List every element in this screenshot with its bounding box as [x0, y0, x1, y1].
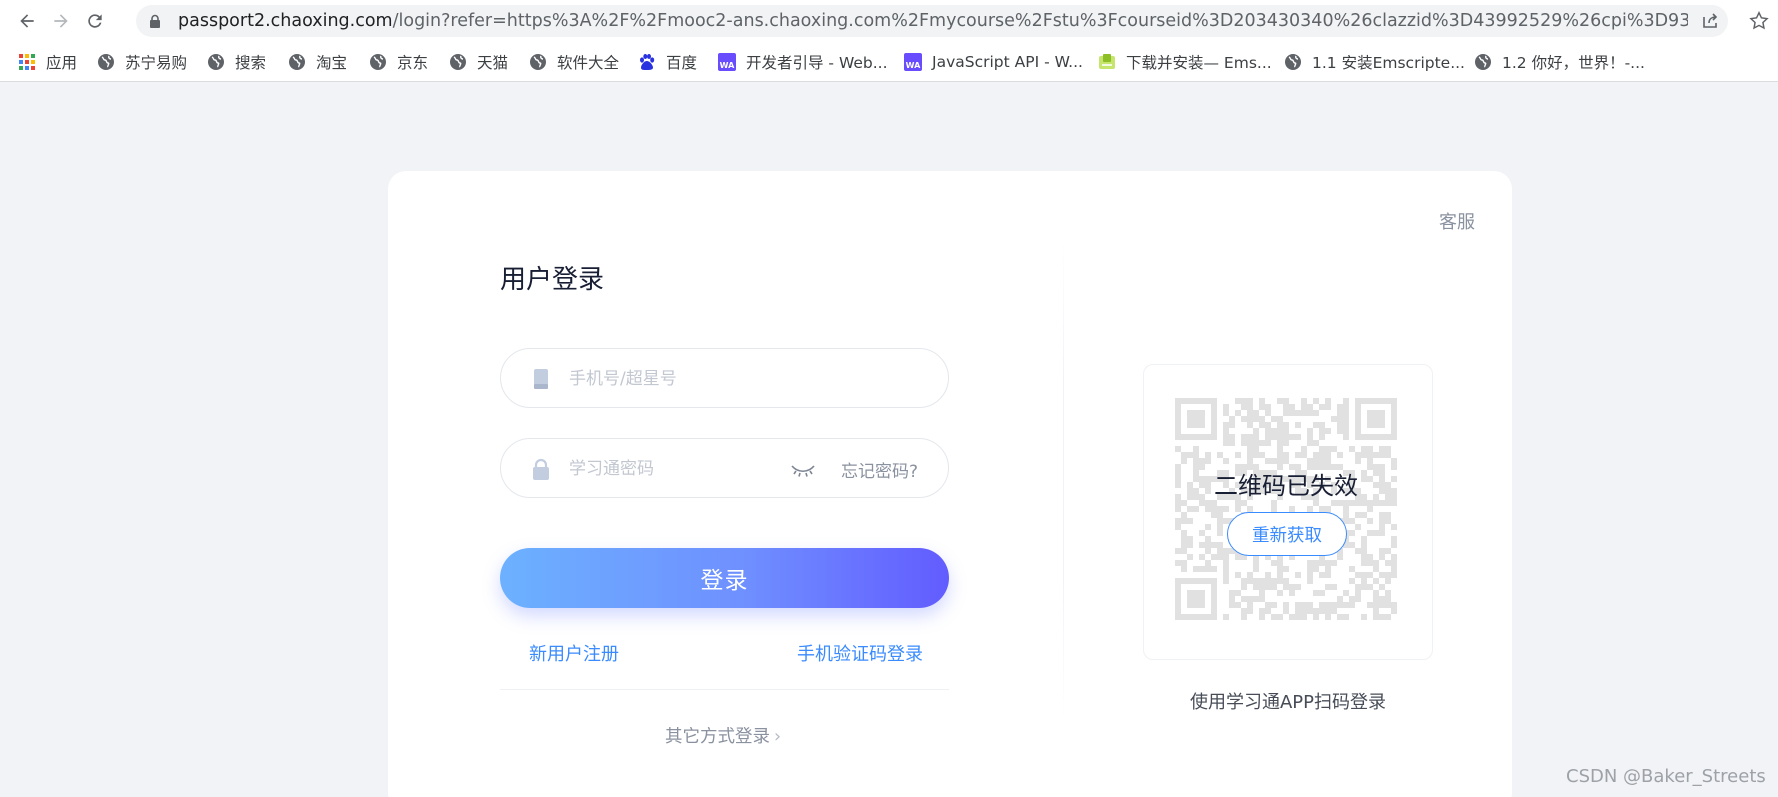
globe-icon — [97, 53, 115, 71]
page-title: 用户登录 — [500, 265, 605, 295]
password-input[interactable] — [569, 453, 769, 485]
chevron-right-icon: › — [774, 727, 781, 747]
customer-service-link[interactable]: 客服 — [1439, 208, 1475, 234]
bookmark-label: 天猫 — [477, 54, 509, 72]
qr-expired-overlay — [1175, 398, 1397, 620]
bookmark-jd[interactable]: 京东 — [369, 51, 428, 73]
login-button[interactable]: 登录 — [500, 548, 949, 608]
bookmarks-bar: 应用 苏宁易购 搜索 淘宝 京东 天猫 软件大全 百度 WA 开发者引导 - W… — [0, 42, 1778, 82]
bookmark-label: 京东 — [397, 54, 429, 72]
phone-field[interactable] — [500, 348, 949, 408]
refresh-qr-button[interactable]: 重新获取 — [1227, 512, 1347, 556]
lock-icon — [150, 14, 160, 28]
bookmark-install-emscripten[interactable]: 1.1 安装Emscripte... — [1284, 51, 1465, 73]
globe-icon — [288, 53, 306, 71]
bookmark-emscripten-download[interactable]: 下载并安装— Ems... — [1098, 51, 1272, 73]
url-path: /login?refer=https%3A%2F%2Fmooc2-ans.cha… — [392, 11, 1688, 31]
bookmark-wasm-js-api[interactable]: WA JavaScript API - W... — [904, 51, 1083, 73]
divider — [500, 689, 949, 690]
share-icon[interactable] — [1700, 11, 1720, 31]
back-arrow-icon[interactable] — [14, 8, 40, 34]
bookmark-wasm-guide[interactable]: WA 开发者引导 - Web... — [718, 51, 888, 73]
address-url[interactable]: passport2.chaoxing.com/login?refer=https… — [178, 11, 1688, 31]
globe-icon — [207, 53, 225, 71]
phone-input[interactable] — [569, 363, 909, 395]
phone-icon — [534, 369, 548, 389]
other-login-methods-link[interactable]: 其它方式登录 › — [665, 723, 781, 748]
bookmark-label: 苏宁易购 — [125, 54, 188, 72]
apps-grid-icon — [18, 53, 36, 71]
webassembly-icon: WA — [718, 53, 736, 71]
address-bar[interactable]: passport2.chaoxing.com/login?refer=https… — [136, 5, 1728, 37]
lock-icon — [533, 458, 549, 480]
emscripten-icon — [1098, 53, 1116, 71]
bookmark-label: 百度 — [666, 54, 698, 72]
bookmark-label: 搜索 — [235, 54, 267, 72]
bookmark-star-icon[interactable] — [1748, 10, 1770, 32]
globe-icon — [369, 53, 387, 71]
bookmark-label: 软件大全 — [557, 54, 620, 72]
bookmark-suning[interactable]: 苏宁易购 — [97, 51, 187, 73]
globe-icon — [529, 53, 547, 71]
forgot-password-link[interactable]: 忘记密码? — [841, 457, 918, 482]
bookmark-taobao[interactable]: 淘宝 — [288, 51, 347, 73]
bookmark-apps[interactable]: 应用 — [18, 51, 77, 73]
other-login-label: 其它方式登录 — [665, 727, 770, 747]
bookmark-label: 下载并安装— Ems... — [1126, 54, 1272, 72]
register-link[interactable]: 新用户注册 — [529, 640, 619, 666]
bookmark-tmall[interactable]: 天猫 — [449, 51, 508, 73]
forward-arrow-icon[interactable] — [48, 8, 74, 34]
bookmark-hello-world[interactable]: 1.2 你好，世界！-... — [1474, 51, 1645, 73]
sms-login-link[interactable]: 手机验证码登录 — [797, 640, 923, 666]
qr-caption: 使用学习通APP扫码登录 — [1189, 692, 1387, 713]
bookmark-label: 淘宝 — [316, 54, 348, 72]
bookmark-software[interactable]: 软件大全 — [529, 51, 619, 73]
vertical-separator — [1063, 240, 1064, 720]
globe-icon — [1284, 53, 1302, 71]
webassembly-icon: WA — [904, 53, 922, 71]
qr-expired-text: 二维码已失效 — [1214, 472, 1358, 500]
watermark: CSDN @Baker_Streets — [1566, 766, 1766, 787]
baidu-paw-icon — [638, 53, 656, 71]
eye-closed-icon[interactable] — [790, 461, 816, 479]
bookmark-label: 开发者引导 - Web... — [746, 54, 888, 72]
bookmark-label: 1.2 你好，世界！-... — [1502, 54, 1645, 72]
globe-icon — [449, 53, 467, 71]
bookmark-label: JavaScript API - W... — [932, 53, 1083, 71]
password-field[interactable]: 忘记密码? — [500, 438, 949, 498]
bookmark-label: 1.1 安装Emscripte... — [1312, 54, 1465, 72]
bookmark-label: 应用 — [46, 54, 78, 72]
bookmark-search[interactable]: 搜索 — [207, 51, 266, 73]
url-host: passport2.chaoxing.com — [178, 11, 393, 31]
bookmark-baidu[interactable]: 百度 — [638, 51, 697, 73]
globe-icon — [1474, 53, 1492, 71]
reload-icon[interactable] — [82, 8, 108, 34]
browser-toolbar: passport2.chaoxing.com/login?refer=https… — [0, 0, 1778, 42]
